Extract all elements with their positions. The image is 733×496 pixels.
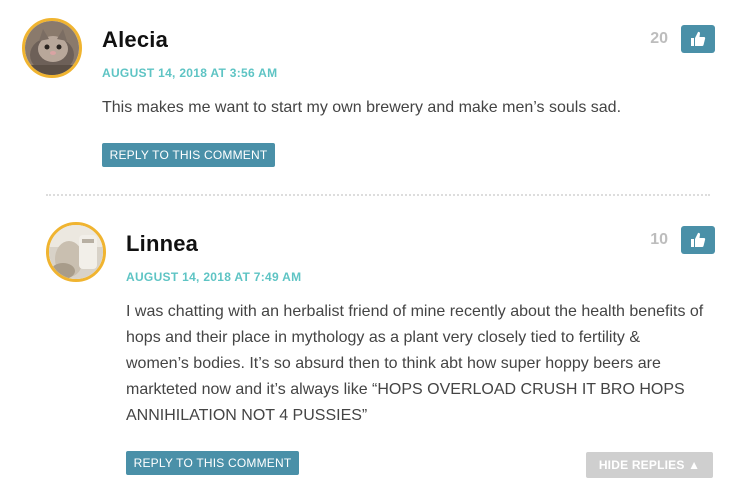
- like-button[interactable]: [681, 25, 715, 53]
- triangle-up-icon: ▲: [688, 458, 701, 472]
- avatar-image-cat: [25, 21, 79, 75]
- comment-date[interactable]: AUGUST 14, 2018 AT 3:56 AM: [102, 66, 277, 80]
- comment-divider: [46, 194, 710, 196]
- comment-date[interactable]: AUGUST 14, 2018 AT 7:49 AM: [126, 270, 301, 284]
- thumbs-up-icon: [691, 31, 706, 46]
- avatar-alecia[interactable]: [22, 18, 82, 78]
- vote-count: 10: [650, 231, 668, 248]
- like-button[interactable]: [681, 226, 715, 254]
- comment-body: This makes me want to start my own brewe…: [102, 99, 622, 116]
- comment-body: I was chatting with an herbalist friend …: [126, 303, 704, 424]
- hide-replies-button[interactable]: HIDE REPLIES ▲: [586, 452, 713, 478]
- avatar-image-photo: [49, 225, 103, 279]
- reply-button[interactable]: REPLY TO THIS COMMENT: [102, 143, 275, 167]
- avatar-linnea[interactable]: [46, 222, 106, 282]
- hide-replies-label: HIDE REPLIES: [598, 458, 685, 472]
- vote-count: 20: [650, 30, 668, 47]
- comment-author: Linnea: [126, 231, 199, 256]
- reply-button[interactable]: REPLY TO THIS COMMENT: [126, 451, 299, 475]
- comment-author: Alecia: [102, 27, 169, 52]
- thumbs-up-icon: [691, 232, 706, 247]
